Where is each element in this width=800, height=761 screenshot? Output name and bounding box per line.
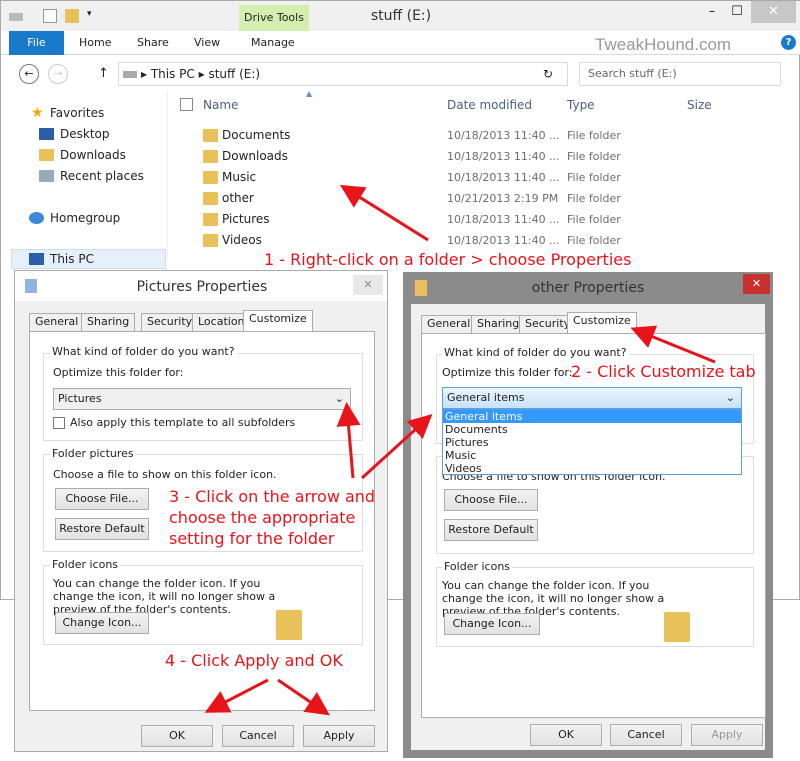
annotation-step3: 3 - Click on the arrow and choose the ap… [169, 487, 376, 548]
arrow-step4-apply [277, 678, 330, 716]
arrow-step3a [336, 402, 361, 479]
annotation-step1: 1 - Right-click on a folder > choose Pro… [264, 250, 632, 269]
annotation-step2: 2 - Click Customize tab [571, 362, 756, 381]
arrow-step2 [630, 325, 716, 364]
arrow-step1 [339, 184, 429, 242]
arrow-step4-ok [204, 678, 269, 713]
arrow-step3b [360, 413, 433, 480]
annotation-step4: 4 - Click Apply and OK [165, 651, 343, 670]
